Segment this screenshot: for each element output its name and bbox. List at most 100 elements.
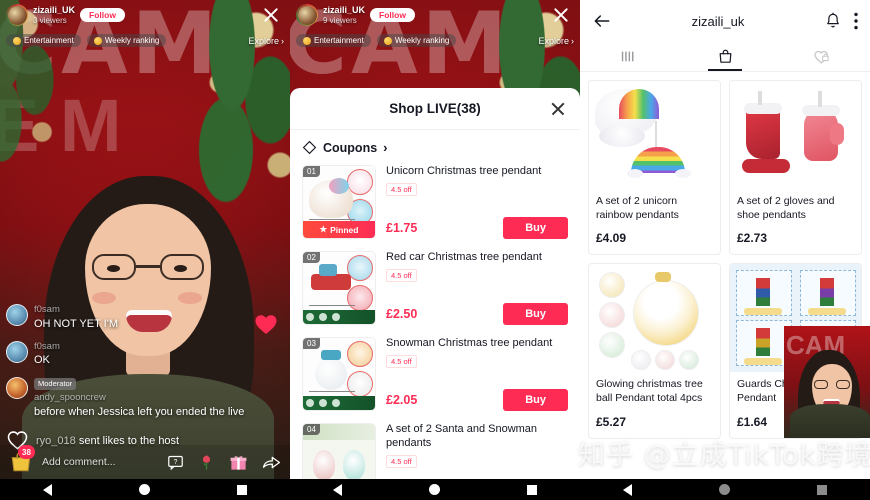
coupons-label: Coupons: [323, 140, 378, 155]
product-thumbnail[interactable]: 01 ★ Pinned: [302, 165, 376, 239]
product-name: Red car Christmas tree pendant: [386, 251, 542, 263]
shopping-bag-icon: [719, 49, 731, 63]
product-thumbnail[interactable]: 03: [302, 337, 376, 411]
explore-label: Explore: [248, 35, 279, 46]
product-card[interactable]: A set of 2 unicorn rainbow pendants £4.0…: [588, 80, 721, 256]
screenshot-root: CAM E M zizaili_UK 3 viewers Follow Ente…: [0, 0, 870, 500]
tag-weekly-ranking[interactable]: Weekly ranking: [376, 34, 457, 47]
chat-avatar: [6, 303, 28, 326]
follow-button[interactable]: Follow: [370, 8, 415, 22]
product-name: A set of 2 Santa and Snowman pendants: [386, 423, 538, 449]
bell-icon[interactable]: [824, 12, 842, 30]
buy-button[interactable]: Buy: [503, 389, 568, 411]
product-price: £2.73: [737, 231, 768, 246]
chat-username: f0sam: [34, 303, 60, 315]
chat-message: f0sam OK: [6, 340, 274, 369]
android-nav-bar: [580, 479, 870, 500]
product-price: £1.75: [386, 221, 418, 235]
chevron-right-icon: ›: [281, 35, 284, 46]
pin-icon: ★: [319, 224, 328, 234]
close-icon[interactable]: [550, 4, 572, 26]
product-rank: 01: [303, 166, 320, 177]
nav-back-icon[interactable]: [43, 483, 53, 496]
product-price: £5.27: [596, 414, 627, 429]
grid-icon: [621, 51, 634, 62]
shop-product-list: 01 ★ Pinned Unicorn Christmas tree penda…: [290, 161, 580, 479]
more-vertical-icon[interactable]: [854, 12, 858, 30]
gift-icon[interactable]: [229, 453, 248, 472]
tab-videos[interactable]: [580, 42, 677, 71]
explore-button[interactable]: Explore ›: [248, 36, 284, 46]
tag-entertainment[interactable]: Entertainment: [6, 34, 81, 47]
close-icon[interactable]: [260, 4, 282, 26]
floating-live-pip[interactable]: CAM: [784, 326, 870, 438]
chat-avatar: [6, 340, 28, 363]
product-name: A set of 2 gloves and shoe pendants: [737, 195, 835, 221]
viewer-count: 3 viewers: [33, 16, 67, 25]
nav-recents-icon[interactable]: [816, 484, 827, 495]
product-name: Snowman Christmas tree pendant: [386, 337, 553, 349]
follow-button[interactable]: Follow: [80, 8, 125, 22]
chat-text: before when Jessica left you ended the l…: [34, 406, 245, 419]
product-thumbnail[interactable]: 04: [302, 423, 376, 479]
back-arrow-icon[interactable]: [592, 11, 612, 31]
nav-home-icon[interactable]: [428, 484, 440, 495]
share-icon[interactable]: [261, 453, 282, 472]
product-rank: 02: [303, 252, 320, 263]
tag-weekly-ranking-label: Weekly ranking: [394, 36, 450, 45]
moderator-badge: Moderator: [34, 378, 77, 391]
chat-text: OH NOT YET I'M: [34, 317, 119, 330]
buy-button[interactable]: Buy: [503, 303, 568, 325]
shop-sheet-title: Shop LIVE(38): [389, 101, 481, 116]
product-image: [589, 81, 720, 189]
nav-recents-icon[interactable]: [526, 484, 537, 495]
list-item[interactable]: 04 A set of 2 Santa and Snowman pendants…: [302, 419, 568, 479]
explore-button[interactable]: Explore ›: [538, 36, 574, 46]
category-dot-icon: [303, 36, 311, 45]
nav-home-icon[interactable]: [138, 484, 150, 495]
close-icon[interactable]: [550, 101, 566, 117]
product-card[interactable]: A set of 2 gloves and shoe pendants £2.7…: [729, 80, 862, 256]
android-nav-bar: [0, 479, 290, 500]
live-panel-middle: CAM zizaili_UK 9 viewers Follow Entertai…: [290, 0, 580, 500]
list-item[interactable]: 01 ★ Pinned Unicorn Christmas tree penda…: [302, 161, 568, 247]
shopping-bag-button[interactable]: 38: [8, 445, 35, 475]
chevron-right-icon: ›: [383, 140, 388, 155]
category-dot-icon: [13, 36, 21, 45]
add-comment-input[interactable]: Add comment...: [42, 456, 116, 468]
page-title: zizaili_uk: [691, 13, 745, 29]
tab-shop[interactable]: [677, 42, 774, 71]
product-image: [589, 264, 720, 373]
chat-username: andy_spooncrew: [34, 392, 106, 404]
nav-recents-icon[interactable]: [236, 484, 247, 495]
question-box-icon[interactable]: ?: [167, 454, 184, 471]
product-price: £2.50: [386, 307, 418, 321]
product-rank: 03: [303, 338, 320, 349]
ranking-dot-icon: [383, 36, 392, 45]
avatar[interactable]: [6, 4, 28, 26]
nav-home-icon[interactable]: [718, 484, 730, 495]
buy-button[interactable]: Buy: [503, 217, 568, 239]
avatar[interactable]: [296, 4, 318, 26]
discount-badge: 4.5 off: [386, 182, 417, 196]
list-item[interactable]: 03 Snowman Christmas tree pendant 4.5 of…: [302, 333, 568, 419]
list-item[interactable]: 02 Red car Christmas tree pendant 4.5 of…: [302, 247, 568, 333]
product-card[interactable]: Glowing christmas tree ball Pendant tota…: [588, 263, 721, 439]
pinned-badge: ★ Pinned: [303, 221, 375, 238]
explore-label: Explore: [538, 35, 569, 46]
product-name: Unicorn Christmas tree pendant: [386, 165, 542, 177]
tab-liked[interactable]: [773, 42, 870, 71]
chat-message: f0sam OH NOT YET I'M: [6, 303, 274, 332]
tag-weekly-ranking[interactable]: Weekly ranking: [86, 34, 167, 47]
tag-entertainment[interactable]: Entertainment: [296, 34, 371, 47]
chat-message: Moderator andy_spooncrew before when Jes…: [6, 377, 274, 420]
ranking-dot-icon: [93, 36, 102, 45]
tag-weekly-ranking-label: Weekly ranking: [104, 36, 160, 45]
pinned-label: Pinned: [330, 224, 359, 235]
host-username: zizaili_UK: [323, 5, 366, 15]
rose-icon[interactable]: [197, 453, 216, 472]
product-thumbnail[interactable]: 02: [302, 251, 376, 325]
nav-back-icon[interactable]: [623, 483, 633, 496]
nav-back-icon[interactable]: [333, 483, 343, 496]
coupons-row[interactable]: Coupons ›: [290, 130, 580, 161]
